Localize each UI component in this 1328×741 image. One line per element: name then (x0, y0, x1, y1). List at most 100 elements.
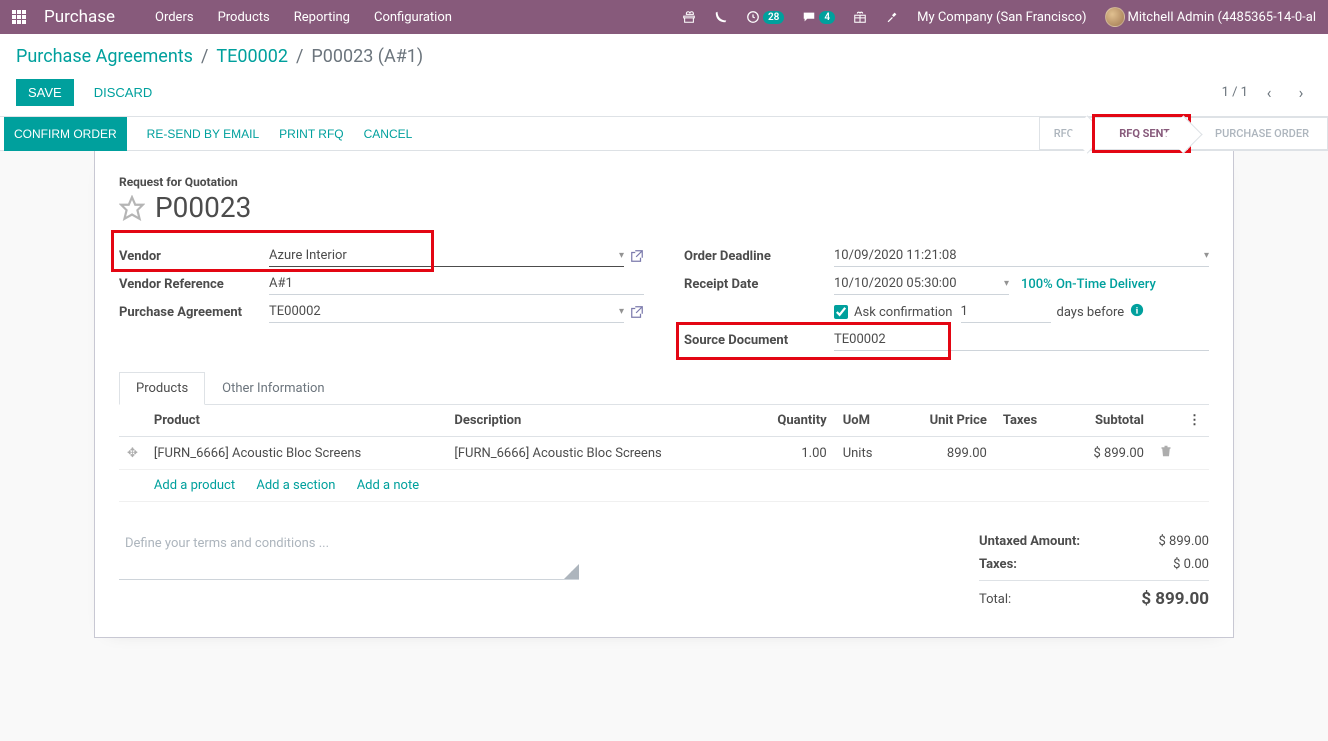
days-before-label: days before (1057, 305, 1125, 320)
menu-reporting[interactable]: Reporting (294, 10, 350, 25)
status-purchase-order[interactable]: Purchase Order (1191, 117, 1328, 150)
caret-down-icon[interactable]: ▾ (1004, 278, 1009, 289)
pager-prev[interactable]: ‹ (1258, 82, 1280, 104)
ask-confirmation-label: Ask confirmation (854, 305, 953, 320)
cell-subtotal: $ 899.00 (1062, 437, 1152, 470)
vendor-field[interactable]: Azure Interior (269, 248, 347, 263)
resend-email-button[interactable]: Re-send by Email (137, 117, 269, 151)
phone-icon[interactable] (714, 10, 728, 24)
col-taxes: Taxes (995, 405, 1063, 437)
ask-confirmation-input[interactable] (834, 305, 848, 319)
on-time-delivery-link[interactable]: 100% On-Time Delivery (1021, 277, 1156, 292)
menu-products[interactable]: Products (218, 10, 270, 25)
tab-other-info[interactable]: Other Information (205, 372, 341, 405)
pager: 1 / 1 ‹ › (1222, 82, 1312, 104)
pager-next[interactable]: › (1290, 82, 1312, 104)
col-description: Description (446, 405, 746, 437)
menu-orders[interactable]: Orders (155, 10, 194, 25)
caret-down-icon[interactable]: ▾ (619, 250, 624, 261)
user-name: Mitchell Admin (4485365-14-0-al (1128, 10, 1316, 25)
status-bar: RFQ RFQ Sent Purchase Order (1039, 117, 1328, 150)
chat-icon[interactable]: 4 (802, 10, 835, 24)
external-link-icon[interactable] (630, 249, 644, 263)
days-before-field[interactable]: 1 (961, 301, 1051, 323)
status-rfq[interactable]: RFQ (1039, 117, 1093, 150)
cell-taxes[interactable] (995, 437, 1063, 470)
ask-confirmation-checkbox[interactable]: Ask confirmation (834, 305, 953, 320)
vendor-label: Vendor (119, 249, 269, 264)
pager-count: 1 / 1 (1222, 85, 1248, 100)
confirm-order-button[interactable]: Confirm Order (4, 117, 127, 151)
taxes-label: Taxes: (979, 557, 1017, 572)
gift-icon[interactable] (682, 10, 696, 24)
clock-icon[interactable]: 28 (746, 10, 784, 24)
menu-configuration[interactable]: Configuration (374, 10, 452, 25)
untaxed-value: $ 899.00 (1159, 534, 1210, 549)
external-link-icon[interactable] (630, 305, 644, 319)
taxes-value: $ 0.00 (1173, 557, 1209, 572)
cell-quantity[interactable]: 1.00 (747, 437, 835, 470)
title-block: Request for Quotation P00023 (119, 175, 1209, 224)
purchase-agreement-field[interactable]: TE00002 (269, 304, 321, 319)
systray: 28 4 My Company (San Francisco) Mitchell… (682, 7, 1316, 27)
svg-text:i: i (1136, 306, 1139, 317)
totals-block: Untaxed Amount: $ 899.00 Taxes: $ 0.00 T… (979, 530, 1209, 613)
wrench-icon[interactable] (885, 10, 899, 24)
form-sheet: Request for Quotation P00023 Vendor Azur… (94, 151, 1234, 638)
total-label: Total: (979, 592, 1011, 609)
save-button[interactable]: Save (16, 79, 74, 106)
product-table: Product Description Quantity UoM Unit Pr… (119, 405, 1209, 502)
action-bar: Confirm Order Re-send by Email Print RFQ… (0, 117, 1328, 151)
add-product-link[interactable]: Add a product (154, 478, 235, 493)
tab-products[interactable]: Products (119, 372, 205, 405)
more-columns-icon[interactable]: ⋮ (1180, 405, 1209, 437)
main-menu: Orders Products Reporting Configuration (155, 10, 452, 25)
col-quantity: Quantity (747, 405, 835, 437)
discard-button[interactable]: Discard (86, 79, 161, 106)
company-switcher[interactable]: My Company (San Francisco) (917, 10, 1086, 25)
breadcrumb-current: P00023 (A#1) (311, 46, 423, 67)
receipt-date-field[interactable]: 10/10/2020 05:30:00 (834, 276, 957, 291)
user-menu[interactable]: Mitchell Admin (4485365-14-0-al (1105, 7, 1316, 27)
source-document-label: Source Document (684, 333, 834, 348)
print-rfq-button[interactable]: Print RFQ (269, 117, 353, 151)
cell-unit-price[interactable]: 899.00 (896, 437, 995, 470)
gift2-icon[interactable] (853, 10, 867, 24)
add-section-link[interactable]: Add a section (256, 478, 335, 493)
apps-icon[interactable] (12, 10, 26, 24)
status-rfq-sent[interactable]: RFQ Sent (1095, 117, 1188, 150)
buttons-row: Save Discard 1 / 1 ‹ › (16, 73, 1312, 116)
top-nav: Purchase Orders Products Reporting Confi… (0, 0, 1328, 34)
col-uom: UoM (835, 405, 897, 437)
breadcrumb-sep: / (296, 46, 303, 67)
record-name: P00023 (155, 191, 251, 224)
cell-uom[interactable]: Units (835, 437, 897, 470)
breadcrumb-root[interactable]: Purchase Agreements (16, 46, 193, 67)
caret-down-icon[interactable]: ▾ (1204, 250, 1209, 261)
cell-product[interactable]: [FURN_6666] Acoustic Bloc Screens (146, 437, 446, 470)
module-name[interactable]: Purchase (44, 7, 115, 27)
source-document-field[interactable]: TE00002 (834, 332, 886, 347)
avatar (1105, 7, 1125, 27)
col-unit-price: Unit Price (896, 405, 995, 437)
form-grid: Vendor Azure Interior ▾ Vendor Reference… (119, 242, 1209, 354)
title-label: Request for Quotation (119, 175, 1209, 189)
drag-handle-icon[interactable]: ✥ (119, 437, 146, 470)
vendor-ref-field[interactable]: A#1 (269, 276, 293, 291)
cancel-button[interactable]: Cancel (354, 117, 423, 151)
cell-description[interactable]: [FURN_6666] Acoustic Bloc Screens (446, 437, 746, 470)
star-icon[interactable] (119, 195, 145, 221)
info-icon[interactable]: i (1130, 303, 1144, 321)
order-deadline-field[interactable]: 10/09/2020 11:21:08 (834, 248, 957, 263)
chat-badge: 4 (819, 11, 835, 24)
delete-row-icon[interactable] (1152, 437, 1180, 470)
add-note-link[interactable]: Add a note (357, 478, 419, 493)
total-value: $ 899.00 (1141, 589, 1209, 609)
control-bar: Purchase Agreements / TE00002 / P00023 (… (0, 34, 1328, 117)
terms-textarea[interactable]: Define your terms and conditions ... (119, 530, 579, 580)
col-product: Product (146, 405, 446, 437)
caret-down-icon[interactable]: ▾ (619, 306, 624, 317)
breadcrumb-mid[interactable]: TE00002 (216, 46, 288, 67)
vendor-ref-label: Vendor Reference (119, 277, 269, 292)
table-row[interactable]: ✥ [FURN_6666] Acoustic Bloc Screens [FUR… (119, 437, 1209, 470)
